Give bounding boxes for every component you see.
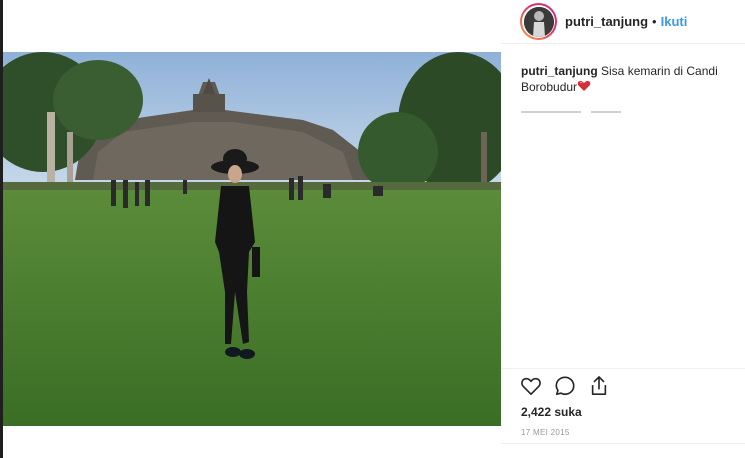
comment-button[interactable] [553,375,577,402]
follow-button[interactable]: Ikuti [661,14,688,29]
caption-username[interactable]: putri_tanjung [521,64,598,78]
post-caption: putri_tanjung Sisa kemarin di Candi Boro… [521,63,736,96]
actions-divider [501,368,745,369]
action-bar [519,375,611,402]
avatar-photo [523,6,554,37]
comment-icon [554,375,576,402]
share-icon [589,375,609,402]
red-heart-emoji-icon [577,80,591,96]
post-date[interactable]: 17 MEI 2015 [521,428,570,437]
separator-dot: • [652,14,657,29]
heart-icon [520,376,542,401]
truncated-comment-line [521,101,661,113]
like-button[interactable] [519,376,543,400]
bottom-divider [501,443,745,444]
like-count[interactable]: 2,422 suka [521,405,582,419]
post-header: putri_tanjung • Ikuti [501,0,745,44]
post-photo[interactable] [3,52,501,426]
share-button[interactable] [587,375,611,402]
username-link[interactable]: putri_tanjung [565,14,648,29]
avatar[interactable] [520,3,557,40]
